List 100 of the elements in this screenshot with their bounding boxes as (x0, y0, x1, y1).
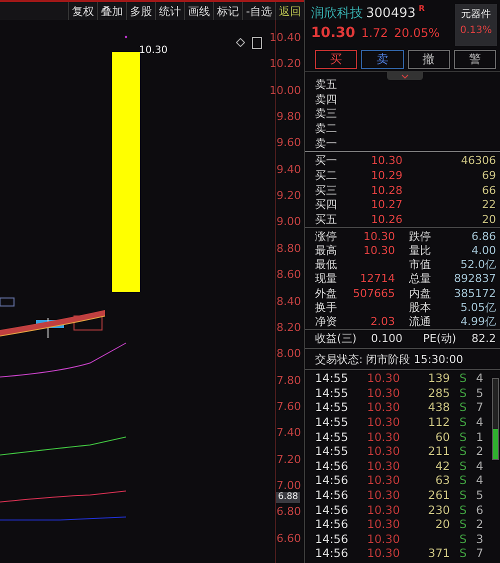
trade-button[interactable]: 警 (454, 50, 496, 69)
bid-label: 买五 (315, 212, 338, 228)
trade-count: 7 (476, 400, 484, 414)
price-axis-label: 7.00 (276, 478, 301, 492)
trade-time: 14:56 (315, 473, 350, 488)
trade-time: 14:55 (315, 371, 350, 386)
trade-price: 10.30 (367, 400, 401, 414)
stat-value: 892837 (454, 272, 496, 286)
trade-side: S (458, 517, 468, 532)
trade-side: S (458, 371, 468, 386)
stat-value: 4.99亿 (460, 315, 496, 328)
trade-time: 14:55 (315, 415, 350, 430)
trade-price: 10.30 (367, 488, 401, 502)
toolbar-button[interactable]: 标记 (213, 2, 242, 20)
trade-side: S (458, 430, 468, 444)
ask-label: 卖三 (315, 106, 338, 122)
price-axis-label: 9.00 (276, 215, 301, 228)
trade-price: 10.30 (367, 415, 401, 430)
trade-side: S (458, 502, 468, 517)
scrollbar[interactable] (492, 378, 499, 460)
trade-count: 5 (476, 488, 484, 502)
trading-status: 交易状态: 闭市阶段 15:30:00 (305, 348, 500, 370)
toolbar-button[interactable]: 统计 (155, 2, 184, 20)
collapse-handle[interactable] (387, 72, 423, 80)
toolbar-button[interactable]: 复权 (68, 2, 98, 20)
trade-time: 14:55 (315, 430, 350, 444)
price-axis-label: 8.00 (276, 347, 301, 360)
ask-label: 卖二 (315, 120, 338, 136)
stat-label: 市值 (409, 258, 431, 272)
trade-count: 6 (476, 502, 484, 517)
bid-label: 买一 (315, 153, 338, 168)
price-axis-label: 7.40 (276, 426, 301, 440)
stat-value: 5.05亿 (460, 301, 496, 314)
trade-button[interactable]: 卖 (361, 50, 404, 69)
stat-value: 507665 (353, 286, 395, 300)
stock-code: 300493 (366, 6, 416, 21)
bid-label: 买四 (315, 197, 338, 212)
ask-label: 卖一 (315, 136, 338, 151)
trade-count: 5 (476, 386, 484, 400)
bid-volume: 66 (481, 184, 496, 197)
stock-name: 润欣科技 (311, 5, 363, 22)
trade-side: S (458, 386, 468, 400)
candle (0, 298, 14, 306)
trade-price: 10.30 (367, 386, 401, 400)
pe-value: 82.2 (472, 332, 496, 346)
trade-side: S (458, 488, 468, 502)
trade-volume: 371 (428, 546, 450, 560)
price-axis-label: 8.40 (276, 294, 301, 308)
trade-count: 4 (476, 473, 484, 488)
stat-label: 股本 (409, 301, 431, 314)
trade-volume: 112 (428, 415, 450, 430)
trade-volume: 20 (435, 517, 450, 532)
stat-label: 换手 (315, 301, 337, 314)
stat-value: 385172 (454, 286, 496, 300)
trade-button[interactable]: 买 (315, 50, 358, 69)
trade-side: S (458, 546, 468, 560)
earnings-label: 收益(三) (315, 331, 358, 346)
toolbar-button[interactable]: 叠加 (97, 2, 126, 20)
toolbar-button[interactable]: 画线 (184, 2, 214, 20)
bid-price: 10.30 (371, 154, 404, 168)
percent-change: 20.05% (394, 26, 440, 40)
toolbar-button[interactable]: 多股 (126, 2, 156, 20)
trade-price: 10.30 (367, 430, 401, 444)
trade-button[interactable]: 撤 (408, 50, 450, 69)
panel-icon[interactable] (252, 37, 262, 49)
stat-label: 净资 (315, 315, 337, 328)
trade-time: 14:56 (315, 488, 350, 502)
bid-volume: 22 (481, 198, 496, 212)
trade-side: S (458, 400, 468, 414)
price-axis-label: 6.60 (276, 532, 301, 545)
stat-label: 跌停 (409, 230, 431, 243)
bid-price: 10.26 (371, 213, 404, 226)
diamond-icon[interactable] (236, 38, 245, 47)
stat-value: 4.00 (472, 244, 496, 257)
stat-label: 最低 (315, 258, 337, 272)
trade-side: S (458, 532, 468, 546)
bid-volume: 20 (481, 213, 496, 226)
stat-label: 最高 (315, 244, 337, 257)
trade-time: 14:56 (315, 517, 350, 532)
price-axis-label: 9.80 (276, 110, 301, 124)
toolbar-button[interactable]: 返回 (275, 2, 304, 20)
badge-label: R (418, 4, 425, 13)
sector-card[interactable]: 元器件 0.13% (455, 4, 497, 46)
trade-count: 4 (476, 371, 484, 386)
stat-label: 量比 (409, 244, 431, 257)
trade-time: 14:56 (315, 532, 350, 546)
bid-label: 买二 (315, 168, 338, 183)
trade-volume: 285 (428, 386, 450, 400)
trade-price: 10.30 (367, 532, 401, 546)
toolbar-button[interactable]: -自选 (242, 2, 275, 20)
price-axis-label: 9.60 (276, 136, 301, 150)
price-axis-label: 8.80 (276, 242, 301, 255)
trade-count: 2 (476, 444, 484, 458)
stat-label: 内盘 (409, 286, 431, 300)
bid-price: 10.28 (371, 184, 404, 197)
trade-count: 2 (476, 517, 484, 532)
trade-side: S (458, 444, 468, 458)
price-axis-label: 8.20 (276, 320, 301, 334)
trade-time: 14:56 (315, 458, 350, 473)
stat-label: 流通 (409, 315, 431, 328)
